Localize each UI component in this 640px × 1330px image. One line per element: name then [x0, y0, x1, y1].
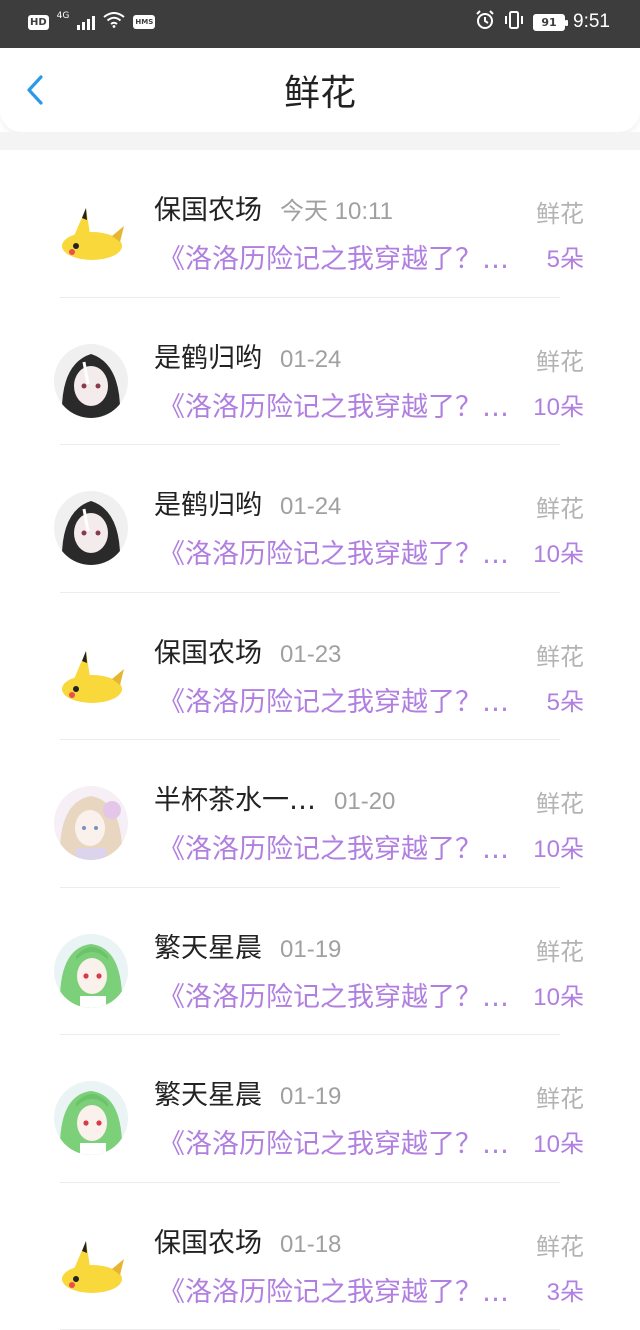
- gift-type-label: 鲜花: [536, 641, 584, 673]
- list-item[interactable]: 保国农场 01-23 鲜花 《洛洛历险记之我穿越了？… 5朵: [0, 593, 640, 741]
- flower-count: 10朵: [533, 980, 584, 1016]
- wifi-icon: [103, 12, 125, 32]
- flower-count: 3朵: [547, 1275, 584, 1311]
- timestamp: 01-23: [280, 639, 341, 671]
- list-item[interactable]: 半杯茶水一… 01-20 鲜花 《洛洛历险记之我穿越了？… 10朵: [0, 740, 640, 888]
- timestamp: 01-18: [280, 1229, 341, 1261]
- list-item[interactable]: 繁天星晨 01-19 鲜花 《洛洛历险记之我穿越了？… 10朵: [0, 888, 640, 1036]
- alarm-icon: [475, 10, 495, 34]
- gift-type-label: 鲜花: [536, 493, 584, 525]
- gift-type-label: 鲜花: [536, 198, 584, 230]
- avatar[interactable]: [54, 934, 128, 1008]
- gift-type-label: 鲜花: [536, 788, 584, 820]
- flower-count: 10朵: [533, 832, 584, 868]
- user-name: 保国农场: [154, 637, 262, 671]
- avatar[interactable]: [54, 344, 128, 418]
- header-divider: [0, 132, 640, 150]
- timestamp: 01-24: [280, 344, 341, 376]
- flower-count: 10朵: [533, 537, 584, 573]
- gift-type-label: 鲜花: [536, 346, 584, 378]
- user-name: 保国农场: [154, 194, 262, 228]
- gift-type-label: 鲜花: [536, 1231, 584, 1263]
- list-item[interactable]: 是鹤归哟 01-24 鲜花 《洛洛历险记之我穿越了？… 10朵: [0, 298, 640, 446]
- book-title-link[interactable]: 《洛洛历险记之我穿越了？…: [158, 685, 522, 721]
- list-item[interactable]: 是鹤归哟 01-24 鲜花 《洛洛历险记之我穿越了？… 10朵: [0, 445, 640, 593]
- timestamp: 01-24: [280, 491, 341, 523]
- hms-badge: HMS: [133, 15, 155, 29]
- flower-count: 5朵: [547, 685, 584, 721]
- avatar[interactable]: [54, 786, 128, 860]
- flower-count: 10朵: [533, 390, 584, 426]
- flower-count: 10朵: [533, 1127, 584, 1163]
- signal-icon: [77, 14, 95, 30]
- book-title-link[interactable]: 《洛洛历险记之我穿越了？…: [158, 832, 522, 868]
- status-left: HD 4G HMS: [28, 12, 155, 32]
- user-name: 繁天星晨: [154, 932, 262, 966]
- avatar[interactable]: [54, 491, 128, 565]
- user-name: 保国农场: [154, 1227, 262, 1261]
- hd-badge: HD: [28, 15, 49, 30]
- list-item[interactable]: 保国农场 今天 10:11 鲜花 《洛洛历险记之我穿越了？… 5朵: [0, 150, 640, 298]
- status-bar: HD 4G HMS 91: [0, 0, 640, 48]
- avatar[interactable]: [54, 1229, 128, 1303]
- book-title-link[interactable]: 《洛洛历险记之我穿越了？…: [158, 1127, 522, 1163]
- user-name: 是鹤归哟: [154, 489, 262, 523]
- book-title-link[interactable]: 《洛洛历险记之我穿越了？…: [158, 1275, 522, 1311]
- user-name: 半杯茶水一…: [154, 784, 316, 818]
- timestamp: 01-19: [280, 934, 341, 966]
- avatar[interactable]: [54, 196, 128, 270]
- book-title-link[interactable]: 《洛洛历险记之我穿越了？…: [158, 537, 522, 573]
- list-item[interactable]: 繁天星晨 01-19 鲜花 《洛洛历险记之我穿越了？… 10朵: [0, 1035, 640, 1183]
- vibrate-icon: [503, 10, 525, 34]
- gift-type-label: 鲜花: [536, 936, 584, 968]
- user-name: 繁天星晨: [154, 1079, 262, 1113]
- gift-type-label: 鲜花: [536, 1083, 584, 1115]
- status-right: 91 9:51: [475, 10, 610, 34]
- timestamp: 今天 10:11: [280, 196, 393, 228]
- avatar[interactable]: [54, 639, 128, 713]
- book-title-link[interactable]: 《洛洛历险记之我穿越了？…: [158, 390, 522, 426]
- flower-count: 5朵: [547, 242, 584, 278]
- timestamp: 01-20: [334, 786, 395, 818]
- clock: 9:51: [573, 11, 610, 33]
- avatar[interactable]: [54, 1081, 128, 1155]
- book-title-link[interactable]: 《洛洛历险记之我穿越了？…: [158, 980, 522, 1016]
- network-type: 4G: [57, 12, 70, 21]
- list-item[interactable]: 保国农场 01-18 鲜花 《洛洛历险记之我穿越了？… 3朵: [0, 1183, 640, 1330]
- battery-icon: 91: [533, 14, 565, 31]
- timestamp: 01-19: [280, 1081, 341, 1113]
- flower-list: 保国农场 今天 10:11 鲜花 《洛洛历险记之我穿越了？… 5朵 是鹤归哟 0…: [0, 150, 640, 1330]
- book-title-link[interactable]: 《洛洛历险记之我穿越了？…: [158, 242, 522, 278]
- page-title: 鲜花: [0, 72, 640, 116]
- page-header: 鲜花: [0, 48, 640, 132]
- user-name: 是鹤归哟: [154, 342, 262, 376]
